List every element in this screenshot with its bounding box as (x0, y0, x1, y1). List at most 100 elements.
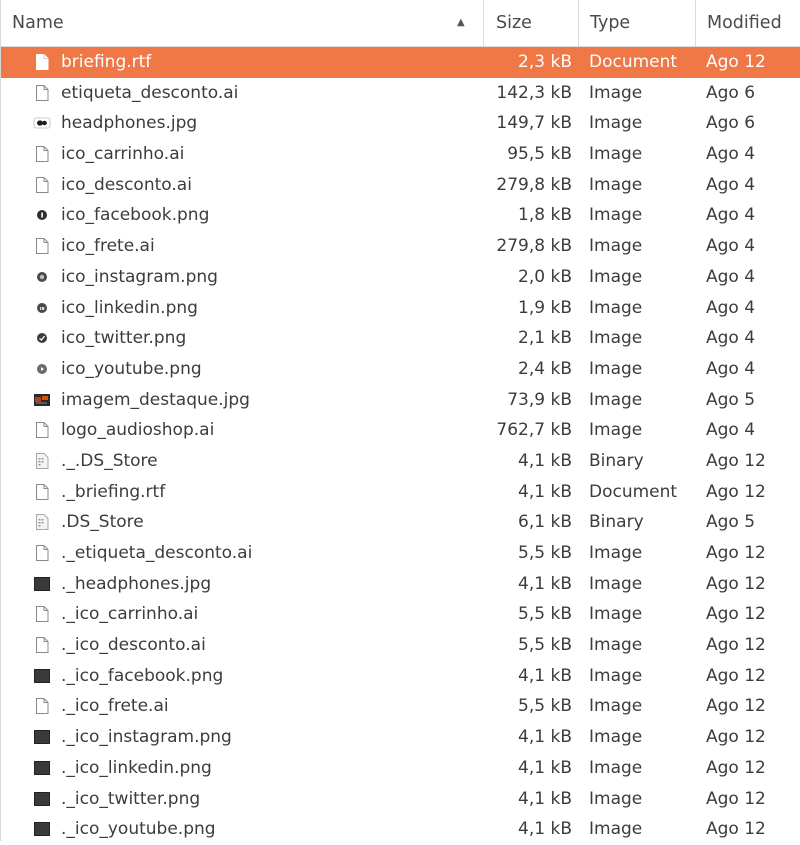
file-type: Image (589, 757, 643, 778)
file-row[interactable]: ._ico_frete.ai 5,5 kB Image Ago 12 (1, 691, 800, 722)
file-row[interactable]: ._ico_desconto.ai 5,5 kB Image Ago 12 (1, 630, 800, 661)
file-size: 2,3 kB (518, 52, 572, 72)
file-name: logo_audioshop.ai (61, 420, 215, 441)
file-size: 95,5 kB (507, 144, 572, 165)
file-name: .DS_Store (61, 512, 144, 533)
linkedin-thumbnail-icon (33, 299, 51, 317)
file-name: ico_youtube.png (61, 358, 202, 379)
dark-image-icon (33, 728, 51, 746)
file-size: 73,9 kB (507, 389, 572, 410)
sort-ascending-icon: ▲ (457, 17, 465, 28)
column-header-size[interactable]: Size (483, 0, 578, 46)
column-header-name-label: Name (12, 13, 64, 33)
file-row[interactable]: ico_twitter.png 2,1 kB Image Ago 4 (1, 323, 800, 354)
youtube-thumbnail-icon (33, 360, 51, 378)
column-header-modified[interactable]: Modified (695, 0, 800, 46)
file-row[interactable]: ico_desconto.ai 279,8 kB Image Ago 4 (1, 170, 800, 201)
file-size: 4,1 kB (518, 788, 572, 809)
file-row[interactable]: ._etiqueta_desconto.ai 5,5 kB Image Ago 12 (1, 538, 800, 569)
file-modified: Ago 12 (706, 573, 766, 594)
file-name: ._briefing.rtf (61, 481, 166, 502)
file-size: 142,3 kB (496, 82, 572, 103)
file-type: Image (589, 389, 643, 410)
file-row[interactable]: ._ico_twitter.png 4,1 kB Image Ago 12 (1, 784, 800, 815)
file-size: 279,8 kB (496, 174, 572, 195)
file-name: ico_linkedin.png (61, 297, 198, 318)
file-row[interactable]: ._.DS_Store 4,1 kB Binary Ago 12 (1, 446, 800, 477)
file-row[interactable]: ._ico_instagram.png 4,1 kB Image Ago 12 (1, 722, 800, 753)
file-size: 6,1 kB (518, 512, 572, 533)
file-row[interactable]: ._headphones.jpg 4,1 kB Image Ago 12 (1, 569, 800, 600)
file-list-view: Name ▲ Size Type Modified briefing.rtf 2,… (0, 0, 800, 841)
file-size: 279,8 kB (496, 236, 572, 257)
photo-thumbnail-icon (33, 391, 51, 409)
file-row[interactable]: ico_youtube.png 2,4 kB Image Ago 4 (1, 354, 800, 385)
dark-image-icon (33, 790, 51, 808)
file-modified: Ago 5 (706, 389, 756, 410)
file-row[interactable]: ._ico_linkedin.png 4,1 kB Image Ago 12 (1, 753, 800, 784)
file-modified: Ago 4 (706, 236, 756, 257)
file-name: ._ico_carrinho.ai (61, 604, 199, 625)
file-row-selected[interactable]: briefing.rtf 2,3 kB Document Ago 12 (1, 47, 800, 78)
dark-image-icon (33, 575, 51, 593)
file-row[interactable]: ._ico_carrinho.ai 5,5 kB Image Ago 12 (1, 599, 800, 630)
file-name: ico_twitter.png (61, 328, 187, 349)
file-row[interactable]: ico_frete.ai 279,8 kB Image Ago 4 (1, 231, 800, 262)
document-icon (33, 237, 51, 255)
file-size: 149,7 kB (496, 113, 572, 134)
column-header-name[interactable]: Name (12, 0, 482, 46)
instagram-thumbnail-icon (33, 268, 51, 286)
file-size: 2,4 kB (518, 358, 572, 379)
file-row[interactable]: ico_carrinho.ai 95,5 kB Image Ago 4 (1, 139, 800, 170)
file-type: Image (589, 82, 643, 103)
file-type: Image (589, 635, 643, 656)
file-row[interactable]: ._ico_youtube.png 4,1 kB Image Ago 12 (1, 814, 800, 845)
file-row[interactable]: ._ico_facebook.png 4,1 kB Image Ago 12 (1, 661, 800, 692)
file-row[interactable]: headphones.jpg 149,7 kB Image Ago 6 (1, 108, 800, 139)
twitter-thumbnail-icon (33, 329, 51, 347)
column-header-type-label: Type (590, 13, 631, 33)
file-size: 5,5 kB (518, 635, 572, 656)
document-icon (33, 145, 51, 163)
file-size: 4,1 kB (518, 819, 572, 840)
file-modified: Ago 12 (706, 819, 766, 840)
file-size: 1,9 kB (518, 297, 572, 318)
file-row[interactable]: .DS_Store 6,1 kB Binary Ago 5 (1, 507, 800, 538)
file-modified: Ago 4 (706, 328, 756, 349)
file-row[interactable]: ico_instagram.png 2,0 kB Image Ago 4 (1, 262, 800, 293)
document-icon (33, 636, 51, 654)
column-header-modified-label: Modified (707, 13, 782, 33)
column-header-type[interactable]: Type (578, 0, 695, 46)
file-type: Image (589, 174, 643, 195)
file-row[interactable]: imagem_destaque.jpg 73,9 kB Image Ago 5 (1, 385, 800, 416)
file-name: briefing.rtf (61, 52, 152, 72)
file-modified: Ago 6 (706, 113, 756, 134)
file-modified: Ago 6 (706, 82, 756, 103)
file-row[interactable]: ico_linkedin.png 1,9 kB Image Ago 4 (1, 293, 800, 324)
file-type: Image (589, 144, 643, 165)
file-size: 4,1 kB (518, 757, 572, 778)
file-row[interactable]: logo_audioshop.ai 762,7 kB Image Ago 4 (1, 415, 800, 446)
file-name: imagem_destaque.jpg (61, 389, 250, 410)
file-type: Image (589, 727, 643, 748)
file-modified: Ago 12 (706, 757, 766, 778)
column-header-size-label: Size (496, 13, 532, 33)
file-type: Image (589, 297, 643, 318)
file-type: Image (589, 236, 643, 257)
document-icon (33, 176, 51, 194)
file-modified: Ago 5 (706, 512, 756, 533)
file-row[interactable]: ._briefing.rtf 4,1 kB Document Ago 12 (1, 477, 800, 508)
file-modified: Ago 4 (706, 297, 756, 318)
file-type: Binary (589, 450, 644, 471)
file-modified: Ago 12 (706, 696, 766, 717)
file-name: ._ico_instagram.png (61, 727, 232, 748)
file-type: Binary (589, 512, 644, 533)
document-icon (33, 421, 51, 439)
file-size: 5,5 kB (518, 543, 572, 563)
file-row[interactable]: ico_facebook.png 1,8 kB Image Ago 4 (1, 200, 800, 231)
file-name: ._ico_twitter.png (61, 788, 201, 809)
file-name: ._ico_facebook.png (61, 665, 224, 686)
file-row[interactable]: etiqueta_desconto.ai 142,3 kB Image Ago 6 (1, 78, 800, 109)
file-modified: Ago 12 (706, 604, 766, 625)
file-size: 4,1 kB (518, 665, 572, 686)
